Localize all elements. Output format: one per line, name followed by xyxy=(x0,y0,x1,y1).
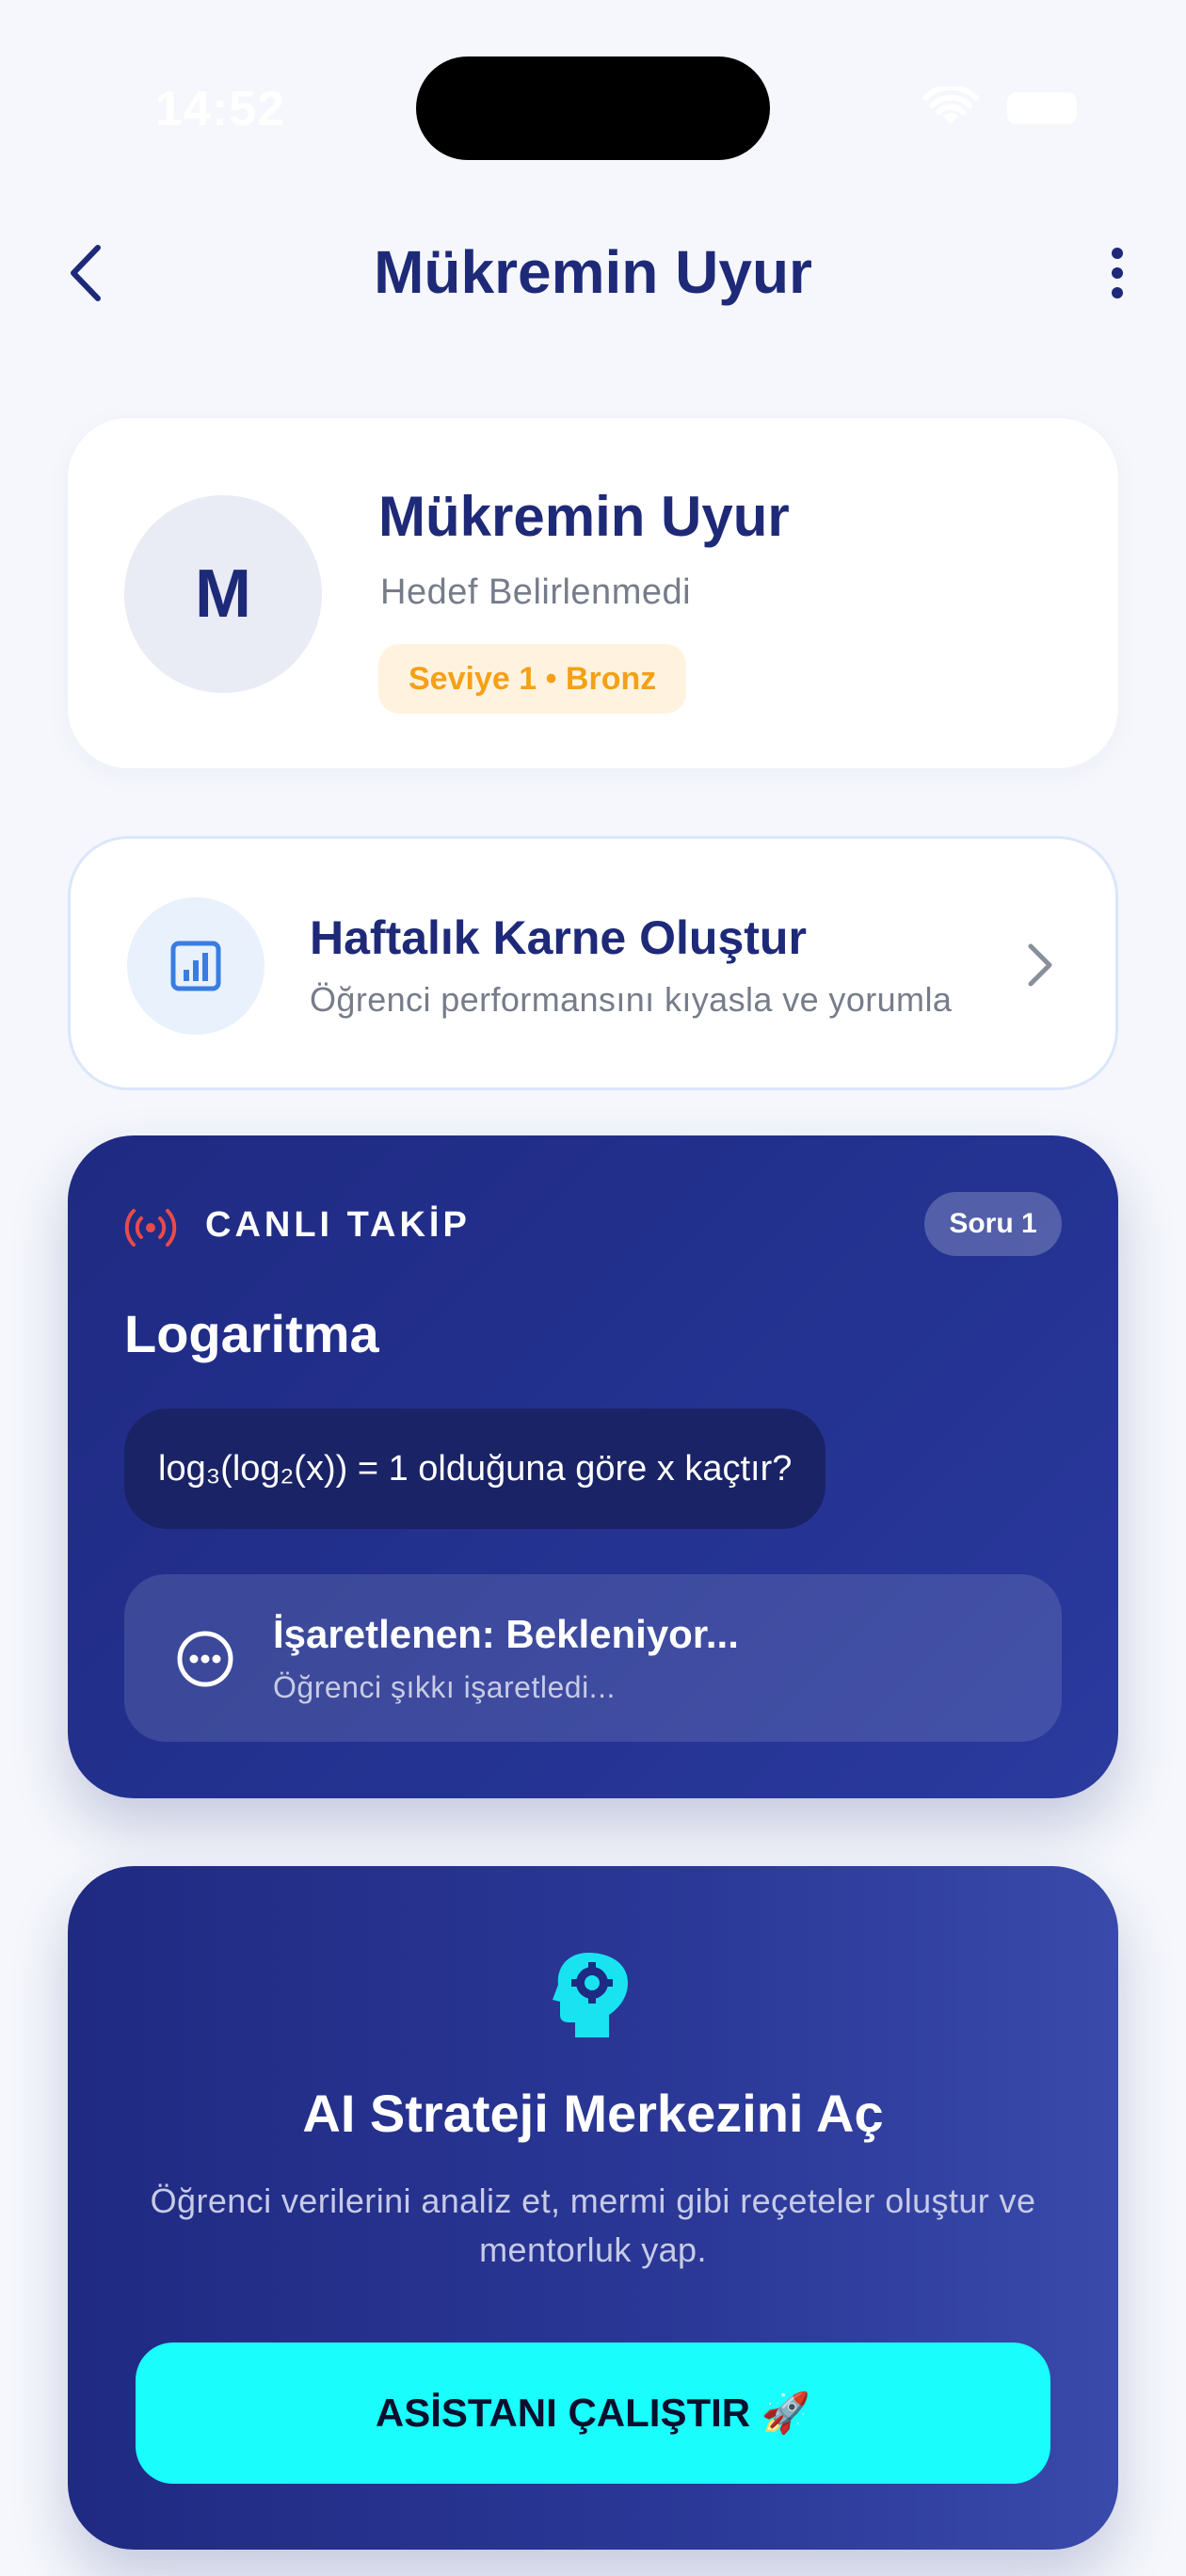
more-options-button[interactable] xyxy=(1092,237,1143,309)
bar-chart-icon xyxy=(170,941,221,991)
wifi-icon xyxy=(922,87,979,124)
more-vertical-icon xyxy=(1112,248,1123,298)
page-title: Mükremin Uyur xyxy=(374,238,812,306)
profile-goal: Hedef Belirlenmedi xyxy=(380,572,692,612)
chevron-right-icon xyxy=(1028,943,1052,987)
live-tracking-card: CANLI TAKİP Soru 1 Logaritma log₃(log₂(x… xyxy=(68,1135,1118,1798)
run-assistant-button[interactable]: ASİSTANI ÇALIŞTIR 🚀 xyxy=(136,2343,1050,2484)
more-horizontal-icon xyxy=(177,1631,233,1687)
top-nav-bar: Mükremin Uyur xyxy=(0,217,1186,330)
broadcast-icon xyxy=(124,1209,177,1247)
status-bar: 14:52 xyxy=(0,0,1186,188)
dynamic-island xyxy=(416,56,770,160)
status-time: 14:52 xyxy=(155,82,285,137)
level-badge: Seviye 1 • Bronz xyxy=(378,644,687,714)
report-icon-container xyxy=(127,897,264,1035)
answer-status-title: İşaretlenen: Bekleniyor... xyxy=(273,1612,739,1656)
weekly-report-button[interactable]: Haftalık Karne Oluştur Öğrenci performan… xyxy=(68,836,1118,1090)
live-tracking-label: CANLI TAKİP xyxy=(205,1205,471,1245)
report-title: Haftalık Karne Oluştur xyxy=(310,911,807,964)
avatar: M xyxy=(124,495,322,693)
answer-status-box: İşaretlenen: Bekleniyor... Öğrenci şıkkı… xyxy=(124,1574,1062,1742)
profile-name: Mükremin Uyur xyxy=(378,485,790,548)
topic-title: Logaritma xyxy=(124,1304,379,1363)
battery-icon xyxy=(1007,92,1077,124)
report-subtitle: Öğrenci performansını kıyasla ve yorumla xyxy=(310,980,953,1019)
question-text: log₃(log₂(x)) = 1 olduğuna göre x kaçtır… xyxy=(124,1409,826,1529)
answer-status-subtitle: Öğrenci şıkkı işaretledi... xyxy=(273,1670,616,1704)
profile-card: M Mükremin Uyur Hedef Belirlenmedi Seviy… xyxy=(68,418,1118,768)
ai-center-description: Öğrenci verilerini analiz et, mermi gibi… xyxy=(150,2182,1036,2269)
brain-gear-icon xyxy=(553,1953,628,2037)
ai-center-title: AI Strateji Merkezini Aç xyxy=(302,2084,884,2143)
ai-strategy-card: AI Strateji Merkezini Aç Öğrenci veriler… xyxy=(68,1866,1118,2550)
question-number-badge: Soru 1 xyxy=(924,1192,1062,1256)
